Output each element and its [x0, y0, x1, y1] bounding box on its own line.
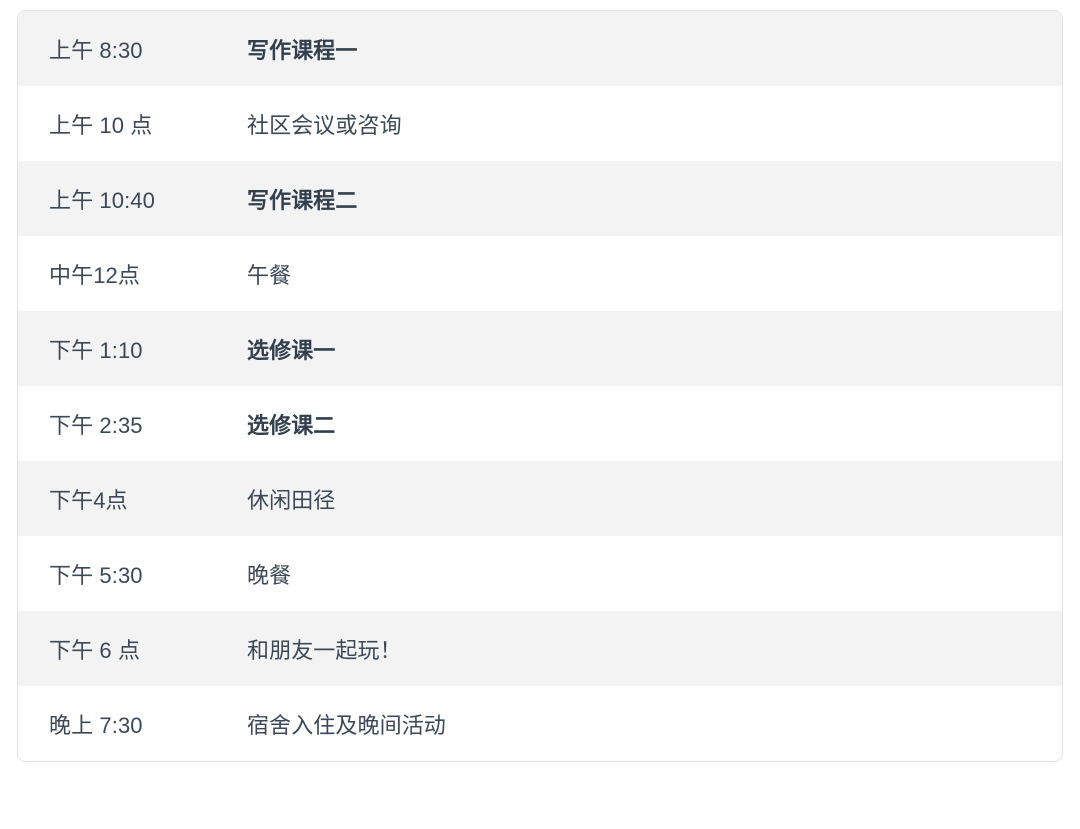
schedule-time: 下午4点: [49, 487, 128, 513]
schedule-event: 社区会议或咨询: [247, 112, 402, 138]
schedule-event: 选修课一: [247, 337, 336, 363]
table-row: 下午 6 点 和朋友一起玩！: [18, 611, 1062, 686]
schedule-time: 下午 6 点: [49, 637, 141, 663]
table-row: 上午 8:30 写作课程一: [18, 11, 1062, 86]
schedule-event: 午餐: [247, 262, 292, 288]
schedule-event: 选修课二: [247, 412, 336, 438]
schedule-time: 下午 5:30: [49, 562, 143, 588]
table-row: 晚上 7:30 宿舍入住及晚间活动: [18, 686, 1062, 761]
schedule-time: 晚上 7:30: [49, 712, 143, 738]
table-row: 下午 1:10 选修课一: [18, 311, 1062, 386]
table-row: 中午12点 午餐: [18, 236, 1062, 311]
table-row: 上午 10:40 写作课程二: [18, 161, 1062, 236]
schedule-time: 中午12点: [49, 262, 140, 288]
schedule-time: 下午 1:10: [49, 337, 143, 363]
schedule-event: 休闲田径: [247, 487, 336, 513]
schedule-table: 上午 8:30 写作课程一上午 10 点 社区会议或咨询上午 10:40 写作课程二中…: [18, 11, 1062, 761]
schedule-table-body: 上午 8:30 写作课程一上午 10 点 社区会议或咨询上午 10:40 写作课程二中…: [18, 11, 1062, 761]
schedule-card: 上午 8:30 写作课程一上午 10 点 社区会议或咨询上午 10:40 写作课程二中…: [17, 10, 1063, 762]
table-row: 下午4点 休闲田径: [18, 461, 1062, 536]
schedule-event: 写作课程一: [247, 37, 358, 63]
schedule-event: 晚餐: [247, 562, 292, 588]
schedule-event: 宿舍入住及晚间活动: [247, 712, 446, 738]
schedule-event: 写作课程二: [247, 187, 358, 213]
page: 上午 8:30 写作课程一上午 10 点 社区会议或咨询上午 10:40 写作课程二中…: [0, 0, 1080, 829]
table-row: 下午 2:35 选修课二: [18, 386, 1062, 461]
table-row: 下午 5:30 晚餐: [18, 536, 1062, 611]
schedule-time: 上午 8:30: [49, 37, 143, 63]
schedule-time: 下午 2:35: [49, 412, 143, 438]
schedule-time: 上午 10 点: [49, 112, 153, 138]
table-row: 上午 10 点 社区会议或咨询: [18, 86, 1062, 161]
schedule-time: 上午 10:40: [49, 187, 155, 213]
schedule-event: 和朋友一起玩！: [247, 637, 402, 663]
